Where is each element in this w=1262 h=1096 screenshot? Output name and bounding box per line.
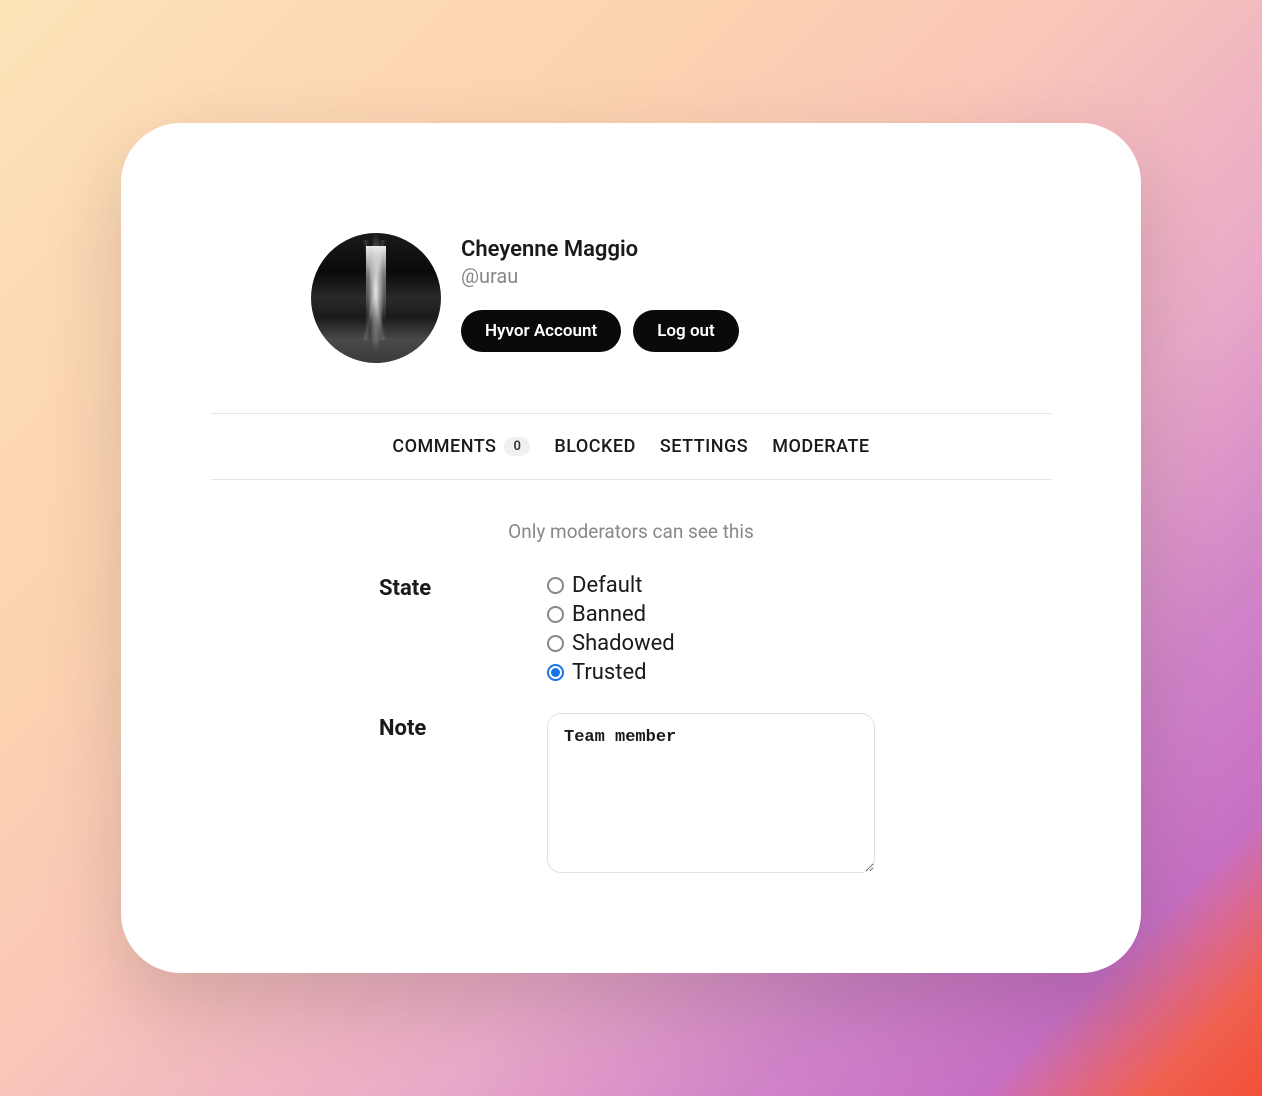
tab-settings[interactable]: SETTINGS	[660, 436, 748, 457]
state-option-label: Shadowed	[572, 631, 675, 656]
radio-icon	[547, 606, 564, 623]
state-option-default[interactable]: Default	[547, 573, 675, 598]
radio-icon	[547, 577, 564, 594]
tabs: COMMENTS 0 BLOCKED SETTINGS MODERATE	[211, 414, 1051, 479]
state-option-label: Banned	[572, 602, 646, 627]
radio-icon-checked	[547, 664, 564, 681]
hyvor-account-button[interactable]: Hyvor Account	[461, 310, 621, 352]
profile-name: Cheyenne Maggio	[461, 237, 739, 262]
tabs-container: COMMENTS 0 BLOCKED SETTINGS MODERATE	[211, 413, 1051, 480]
comments-count-badge: 0	[504, 437, 530, 456]
profile-info: Cheyenne Maggio @urau Hyvor Account Log …	[461, 233, 739, 363]
state-row: State Default Banned Shadowed Trusted	[379, 573, 1051, 685]
note-label: Note	[379, 713, 547, 873]
profile-actions: Hyvor Account Log out	[461, 310, 739, 352]
profile-handle: @urau	[461, 264, 739, 288]
tab-comments[interactable]: COMMENTS 0	[392, 436, 530, 457]
radio-icon	[547, 635, 564, 652]
moderator-visibility-note: Only moderators can see this	[211, 520, 1051, 543]
profile-header: Cheyenne Maggio @urau Hyvor Account Log …	[211, 233, 1051, 363]
note-textarea[interactable]	[547, 713, 875, 873]
tab-moderate[interactable]: MODERATE	[772, 436, 869, 457]
avatar[interactable]	[311, 233, 441, 363]
state-option-banned[interactable]: Banned	[547, 602, 675, 627]
state-option-label: Trusted	[572, 660, 647, 685]
state-option-label: Default	[572, 573, 642, 598]
note-row: Note	[379, 713, 1051, 873]
tab-blocked[interactable]: BLOCKED	[554, 436, 635, 457]
state-label: State	[379, 573, 547, 685]
moderate-form: State Default Banned Shadowed Trusted	[211, 573, 1051, 873]
tab-comments-label: COMMENTS	[392, 436, 496, 457]
logout-button[interactable]: Log out	[633, 310, 739, 352]
state-option-shadowed[interactable]: Shadowed	[547, 631, 675, 656]
profile-card: Cheyenne Maggio @urau Hyvor Account Log …	[121, 123, 1141, 973]
state-option-trusted[interactable]: Trusted	[547, 660, 675, 685]
state-radio-group: Default Banned Shadowed Trusted	[547, 573, 675, 685]
